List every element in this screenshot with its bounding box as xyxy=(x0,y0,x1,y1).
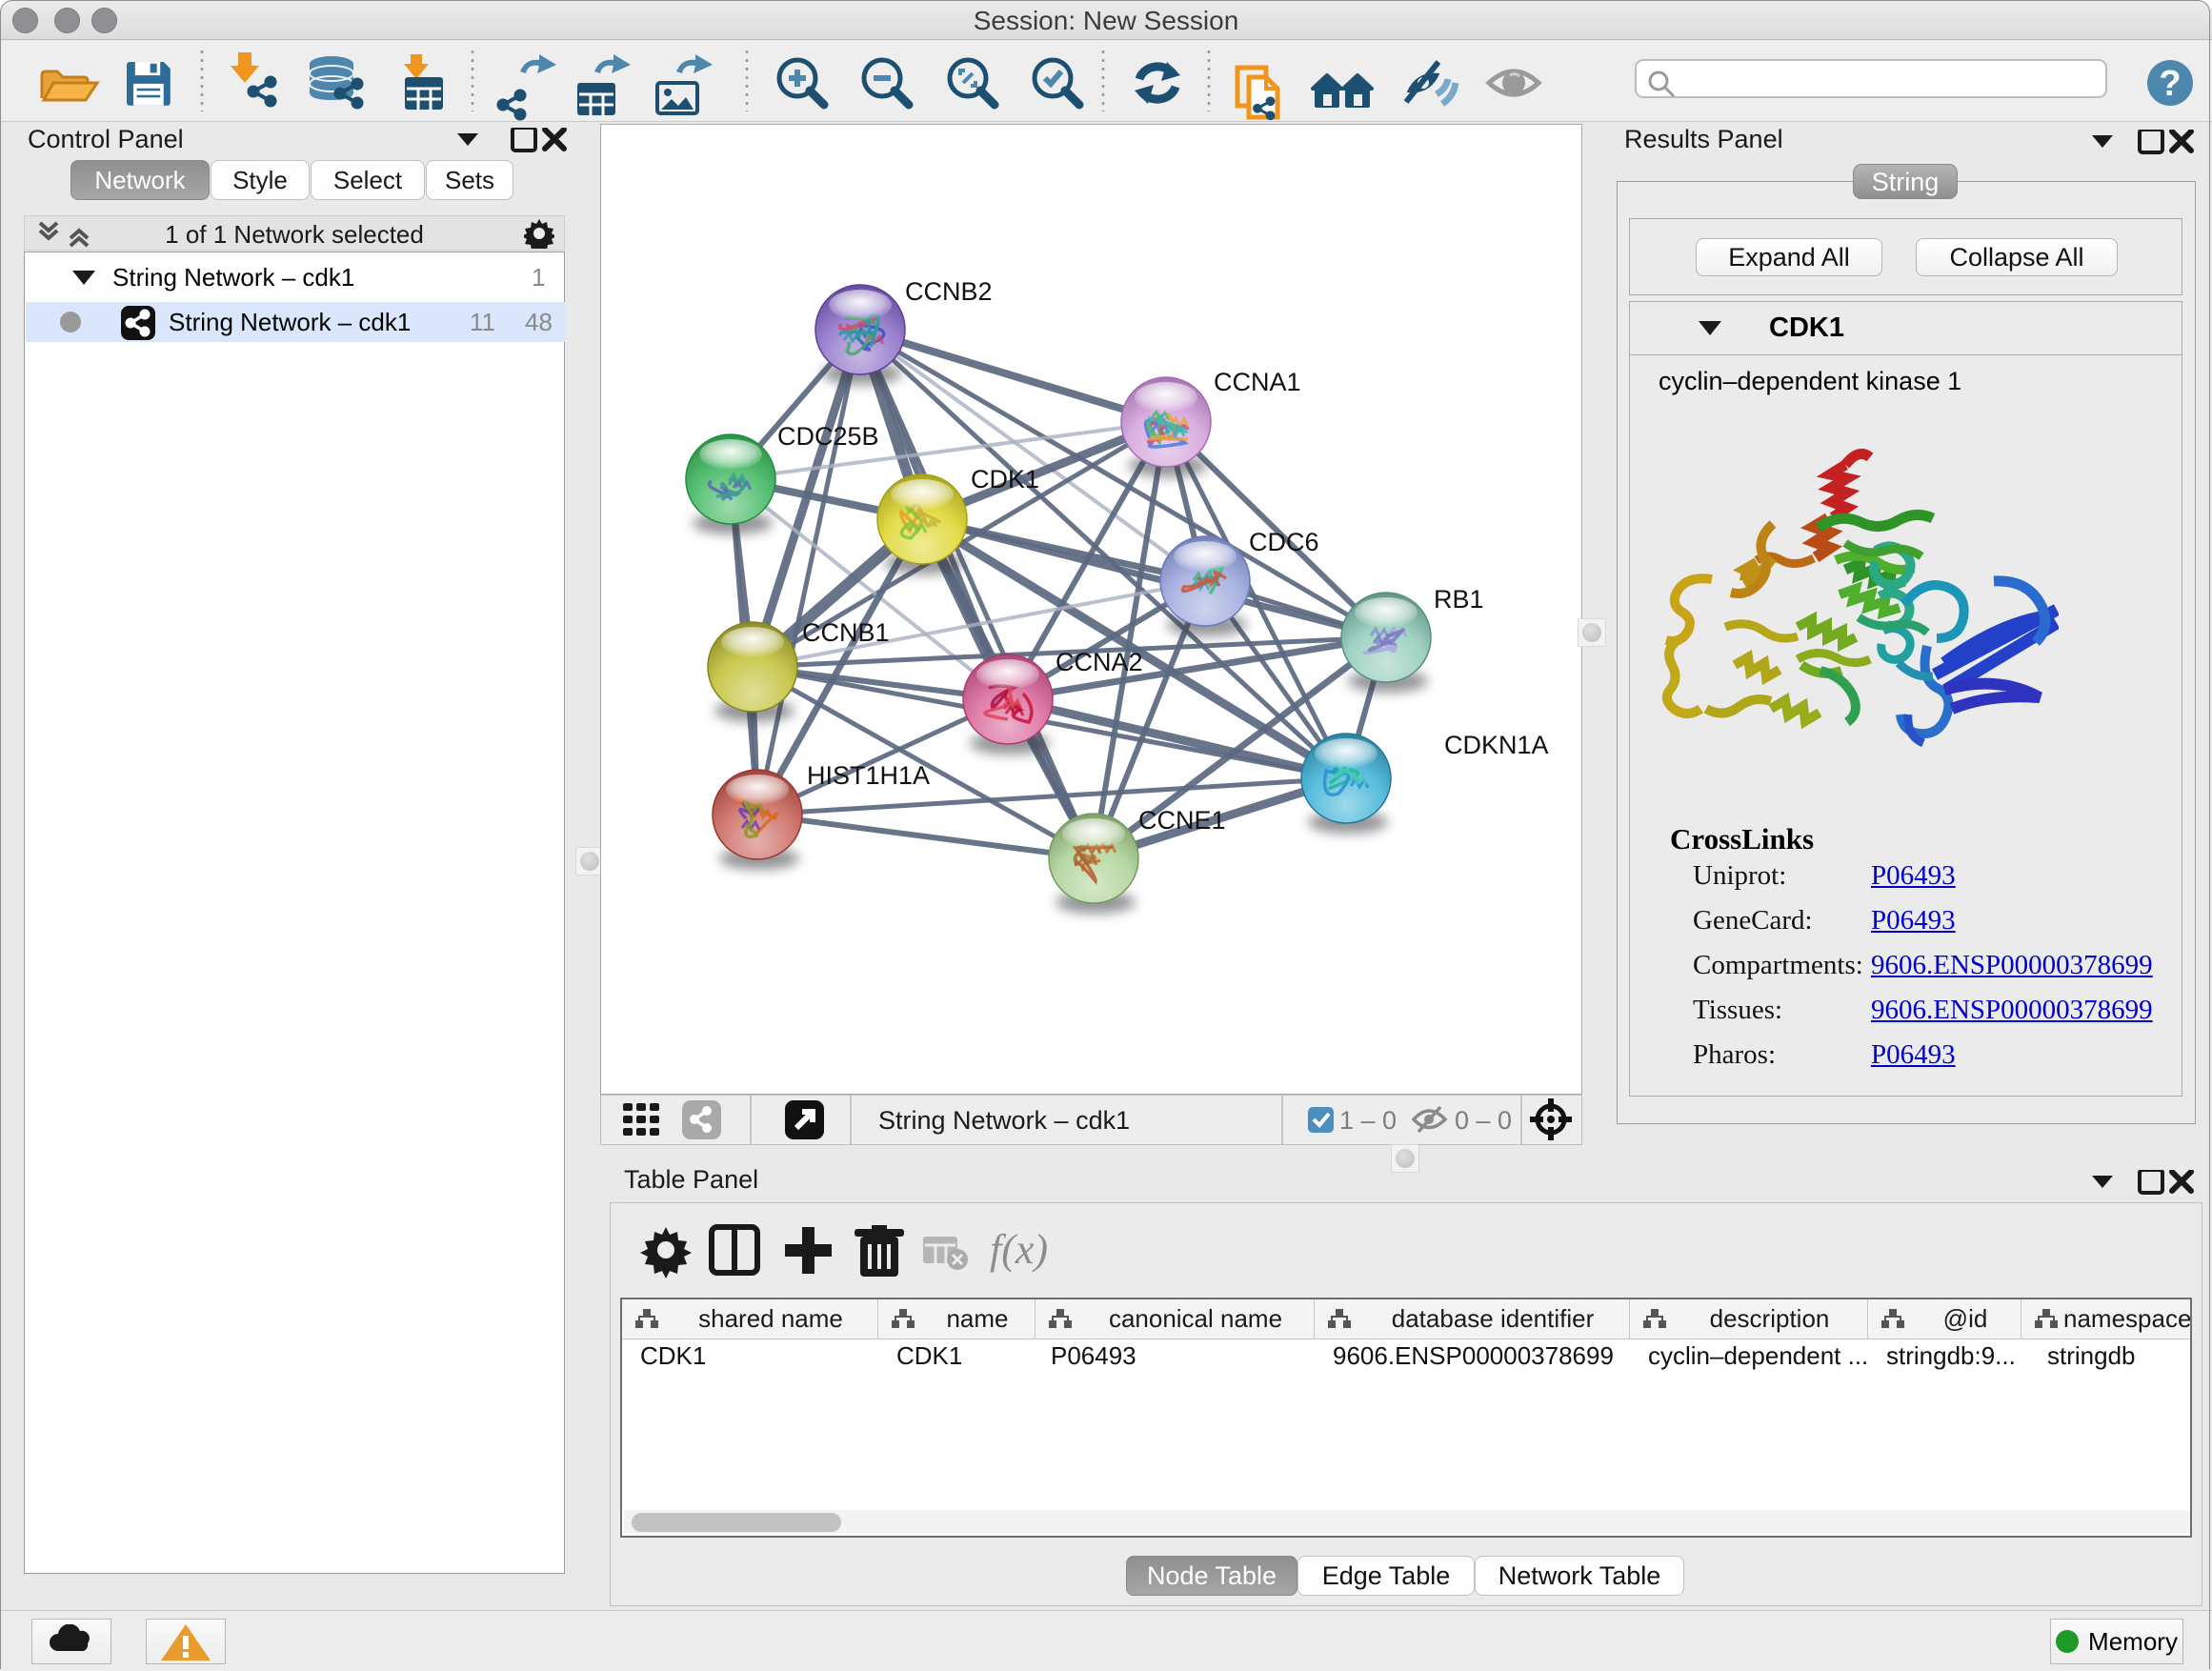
svg-text:String Network – cdk1: String Network – cdk1 xyxy=(878,1106,1130,1135)
svg-text:CCNB2: CCNB2 xyxy=(905,277,993,306)
svg-text:?: ? xyxy=(2159,64,2181,104)
svg-text:RB1: RB1 xyxy=(1434,585,1484,614)
svg-text:HIST1H1A: HIST1H1A xyxy=(807,761,930,790)
svg-text:CCNA1: CCNA1 xyxy=(1214,368,1301,396)
svg-text:CCNE1: CCNE1 xyxy=(1138,806,1226,835)
svg-text:f(x): f(x) xyxy=(990,1226,1048,1273)
svg-text:CDK1: CDK1 xyxy=(971,465,1039,493)
svg-text:CDC25B: CDC25B xyxy=(777,422,879,451)
svg-text:0 – 0: 0 – 0 xyxy=(1455,1106,1512,1135)
svg-text:CDKN1A: CDKN1A xyxy=(1444,731,1549,759)
svg-text:CDC6: CDC6 xyxy=(1249,528,1319,556)
svg-text:1 – 0: 1 – 0 xyxy=(1339,1106,1397,1135)
svg-text:CCNA2: CCNA2 xyxy=(1056,648,1143,676)
svg-text:CCNB1: CCNB1 xyxy=(802,618,890,647)
